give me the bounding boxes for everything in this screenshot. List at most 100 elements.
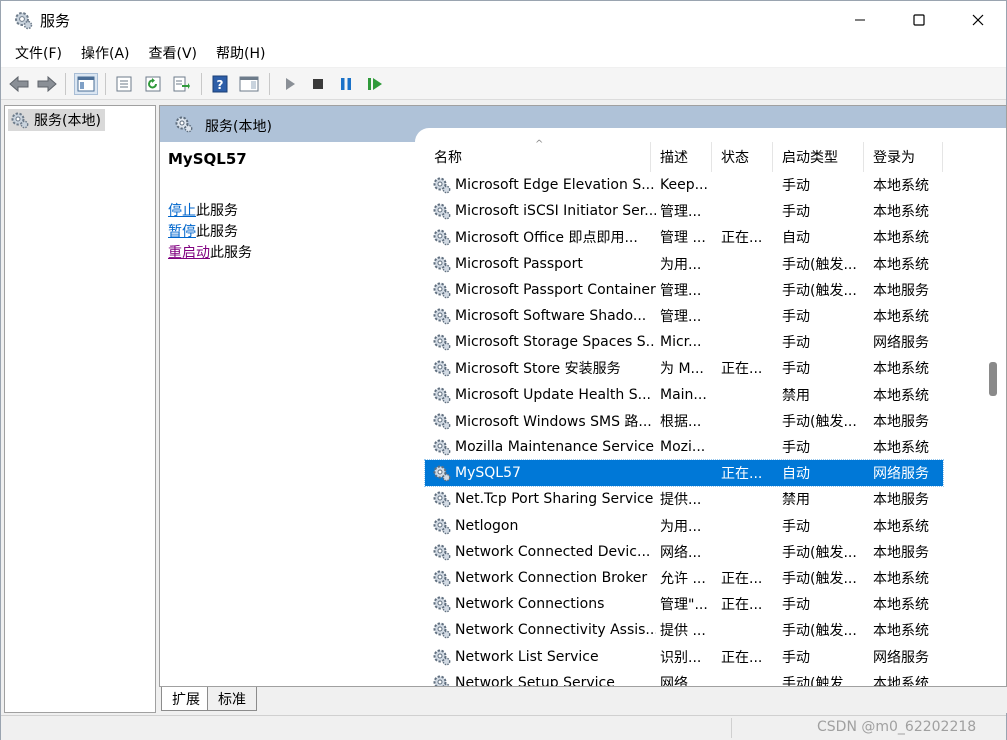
- toolbar-separator: [65, 73, 66, 95]
- table-row[interactable]: Netlogon 为用... 手动 本地系统: [425, 513, 943, 539]
- close-button[interactable]: [949, 1, 1007, 39]
- service-description: 管理 ...: [660, 224, 716, 250]
- service-name-text: Network Connectivity Assis...: [455, 622, 656, 639]
- service-status: [721, 434, 777, 460]
- service-status-text: 正在...: [721, 466, 763, 483]
- column-label: 名称: [434, 150, 462, 166]
- service-startup-type: 禁用: [782, 382, 868, 408]
- table-row[interactable]: Mozilla Maintenance Service Mozi... 手动 本地系统: [425, 434, 943, 460]
- column-header-log-on-as[interactable]: 登录为: [864, 142, 943, 172]
- table-row[interactable]: Network Setup Service 网络... 手动(触发... 本地系统: [425, 670, 943, 687]
- scrollbar-thumb[interactable]: [989, 362, 997, 396]
- service-startup-type-text: 手动: [782, 204, 810, 221]
- table-row[interactable]: Microsoft Passport Container 管理... 手动(触发..…: [425, 277, 943, 303]
- service-name-text: Microsoft Storage Spaces S...: [455, 334, 656, 351]
- table-row[interactable]: Net.Tcp Port Sharing Service 提供... 禁用 本地服务: [425, 486, 943, 512]
- details-pane: 服务(本地) MySQL57 停止此服务 暂停此服务 重启动此服务 ^ 名称 描…: [159, 105, 1007, 687]
- tree-item-services-local[interactable]: 服务(本地): [8, 109, 105, 131]
- menu-file[interactable]: 文件(F): [7, 40, 70, 66]
- service-status: [721, 382, 777, 408]
- vertical-scrollbar[interactable]: [986, 142, 1006, 686]
- service-log-on-as-text: 本地系统: [873, 309, 929, 325]
- table-row[interactable]: Network Connections 管理"... 正在... 手动 本地系统: [425, 591, 943, 617]
- menu-action[interactable]: 操作(A): [73, 40, 138, 66]
- help-button[interactable]: ?: [208, 73, 232, 95]
- header-tab-curve: [415, 128, 1006, 142]
- stop-icon: [313, 79, 323, 89]
- service-log-on-as: 本地服务: [873, 408, 943, 434]
- forward-button[interactable]: [35, 73, 59, 95]
- stop-service-link[interactable]: 停止: [168, 203, 196, 219]
- action-pause: 暂停此服务: [168, 221, 238, 241]
- service-name: Microsoft Storage Spaces S...: [432, 329, 656, 355]
- service-description-text: 提供 ...: [660, 623, 706, 640]
- table-row[interactable]: Microsoft Update Health S... Main... 禁用 本地系…: [425, 382, 943, 408]
- start-service-button[interactable]: [278, 73, 302, 95]
- table-row[interactable]: Network Connected Devic... 网络... 手动(触发... 本…: [425, 539, 943, 565]
- service-startup-type: 手动: [782, 644, 868, 670]
- service-description-text: 网络...: [660, 675, 702, 687]
- column-header-description[interactable]: 描述: [651, 142, 712, 172]
- service-description: 管理...: [660, 198, 716, 224]
- title-bar[interactable]: 服务: [1, 1, 1006, 39]
- service-name: Microsoft Update Health S...: [432, 382, 656, 408]
- table-row[interactable]: Network List Service 识别... 正在... 手动 网络服务: [425, 644, 943, 670]
- service-startup-type: 自动: [782, 224, 868, 250]
- service-gear-icon: [433, 413, 451, 430]
- table-row[interactable]: Microsoft Office 即点即用... 管理 ... 正在... 自动 本地系…: [425, 224, 943, 250]
- service-status: 正在...: [721, 644, 777, 670]
- column-header-startup-type[interactable]: 启动类型: [773, 142, 864, 172]
- back-button[interactable]: [7, 73, 31, 95]
- service-startup-type-text: 手动(触发...: [782, 623, 857, 640]
- service-status-text: 正在...: [721, 361, 763, 378]
- table-row[interactable]: Microsoft Windows SMS 路... 根据... 手动(触发... 本…: [425, 408, 943, 434]
- console-tree-icon: [77, 76, 95, 92]
- service-name: Network Connectivity Assis...: [432, 617, 656, 643]
- minimize-button[interactable]: [831, 1, 889, 39]
- play-icon: [286, 78, 295, 90]
- show-hide-action-pane-button[interactable]: [237, 73, 261, 95]
- service-name-text: Microsoft Update Health S...: [455, 386, 651, 403]
- table-row[interactable]: Microsoft iSCSI Initiator Ser... 管理... 手动 本…: [425, 198, 943, 224]
- service-description-text: 提供...: [660, 492, 702, 509]
- service-name: Netlogon: [432, 513, 656, 539]
- pause-service-link[interactable]: 暂停: [168, 224, 196, 240]
- services-list: ^ 名称 描述 状态 启动类型 登录为 Microsoft Edge Eleva…: [424, 139, 944, 687]
- table-row[interactable]: Microsoft Storage Spaces S... Micr... 手动 网络…: [425, 329, 943, 355]
- column-header-name[interactable]: ^ 名称: [425, 139, 651, 172]
- service-startup-type: 手动: [782, 303, 868, 329]
- service-log-on-as-text: 本地系统: [873, 256, 929, 273]
- tree-item-label: 服务(本地): [34, 113, 101, 129]
- service-name: Mozilla Maintenance Service: [432, 434, 656, 460]
- table-row[interactable]: Microsoft Edge Elevation S... Keep... 手动 本地…: [425, 172, 943, 198]
- table-row[interactable]: MySQL57 正在... 自动 网络服务: [424, 459, 944, 488]
- service-gear-icon: [433, 570, 451, 587]
- tab-standard[interactable]: 标准: [207, 687, 257, 711]
- service-description-text: Main...: [660, 386, 707, 403]
- restart-service-link[interactable]: 重启动: [168, 245, 210, 261]
- restart-service-button[interactable]: [363, 73, 387, 95]
- table-row[interactable]: Microsoft Store 安装服务 为 M... 正在... 手动 本地系统: [425, 355, 943, 381]
- table-row[interactable]: Microsoft Passport 为用... 手动(触发... 本地系统: [425, 251, 943, 277]
- services-window: 服务 文件(F) 操作(A) 查看(V) 帮助(H) ? 服务(本地) 服务(本…: [0, 0, 1007, 740]
- service-status: 正在...: [721, 565, 777, 591]
- table-row[interactable]: Network Connection Broker 允许 ... 正在... 手动(触…: [425, 565, 943, 591]
- column-header-status[interactable]: 状态: [712, 142, 773, 172]
- service-gear-icon: [433, 518, 451, 534]
- table-row[interactable]: Microsoft Software Shado... 管理... 手动 本地系统: [425, 303, 943, 329]
- refresh-button[interactable]: [141, 73, 165, 95]
- action-restart: 重启动此服务: [168, 242, 252, 262]
- menu-help[interactable]: 帮助(H): [208, 40, 273, 66]
- properties-button[interactable]: [112, 73, 136, 95]
- service-name: Network Connection Broker: [432, 565, 656, 591]
- service-description: 允许 ...: [660, 565, 716, 591]
- table-row[interactable]: Network Connectivity Assis... 提供 ... 手动(触发…: [425, 617, 943, 643]
- show-hide-console-tree-button[interactable]: [74, 73, 98, 95]
- tab-extended[interactable]: 扩展: [161, 687, 211, 711]
- menu-view[interactable]: 查看(V): [141, 40, 206, 66]
- stop-service-button[interactable]: [306, 73, 330, 95]
- maximize-button[interactable]: [890, 1, 948, 39]
- pause-service-button[interactable]: [334, 73, 358, 95]
- export-list-button[interactable]: [169, 73, 193, 95]
- action-stop: 停止此服务: [168, 200, 238, 220]
